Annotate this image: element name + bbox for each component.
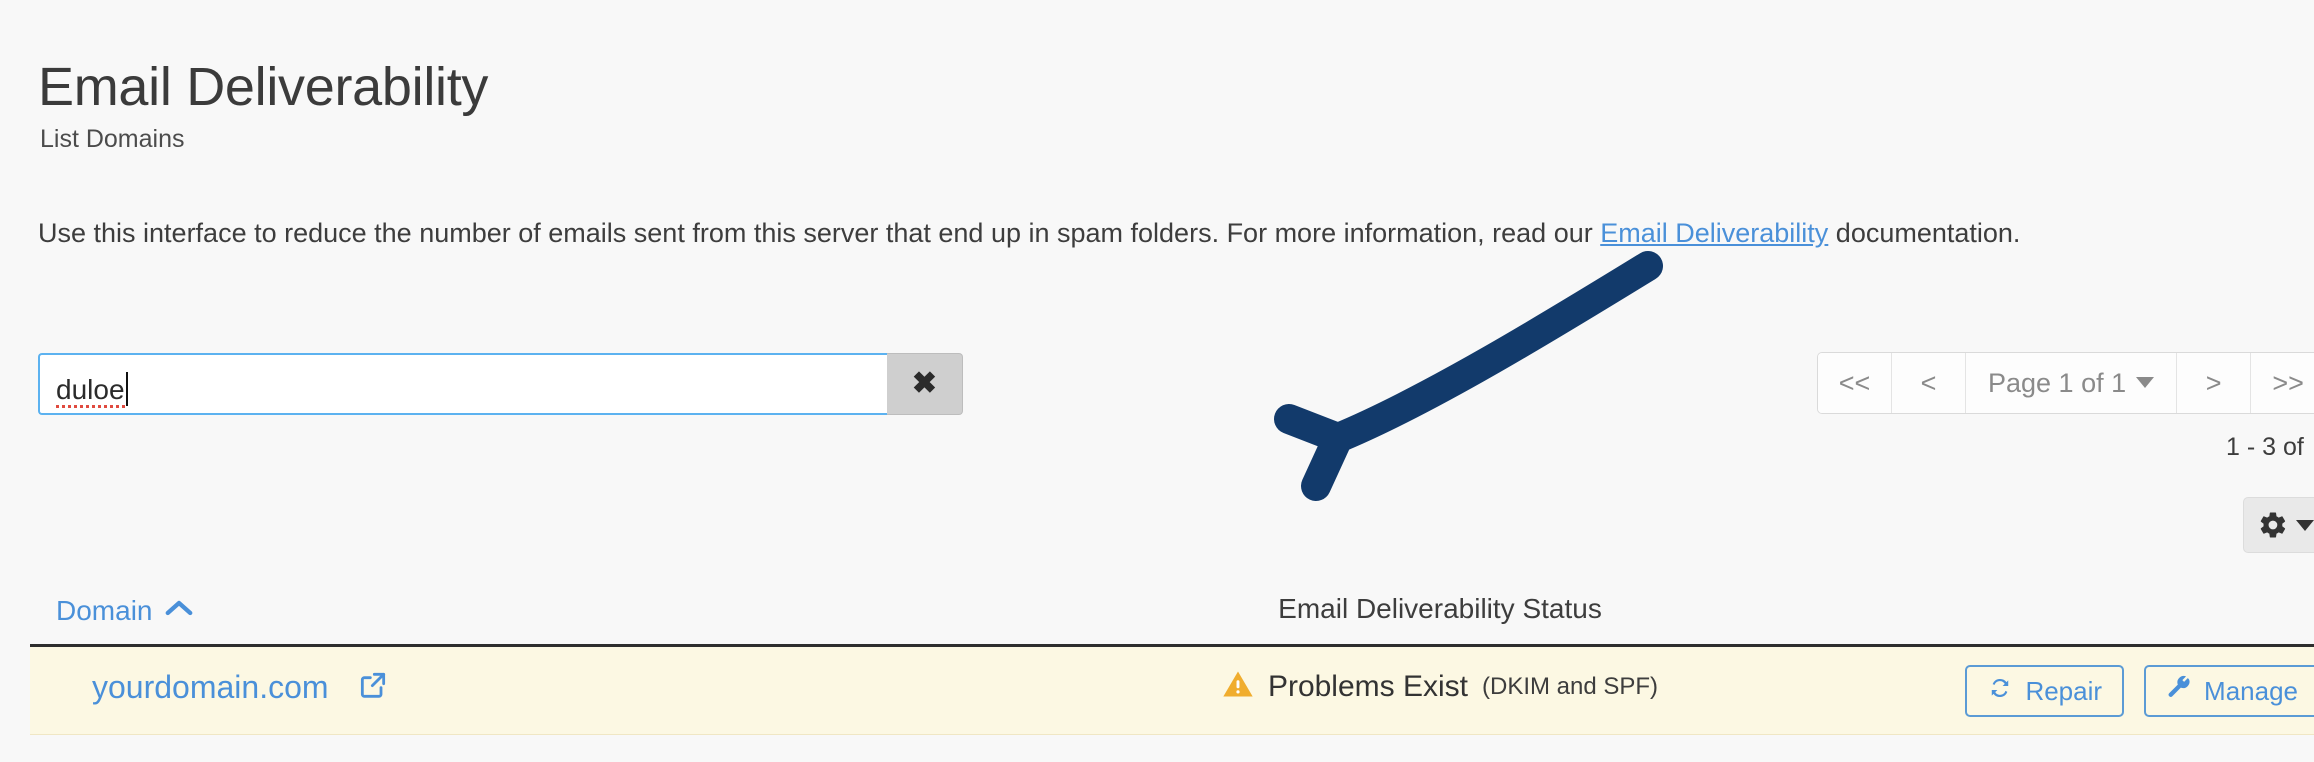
intro-paragraph: Use this interface to reduce the number …	[38, 218, 2020, 249]
status-text: Problems Exist	[1267, 669, 1468, 703]
clear-search-button[interactable]: ✖	[887, 353, 963, 415]
pagination: << < Page 1 of 1 > >>	[1817, 352, 2314, 414]
intro-text-before: Use this interface to reduce the number …	[38, 218, 1601, 248]
pagination-first-button[interactable]: <<	[1818, 353, 1892, 413]
pagination-prev-button[interactable]: <	[1892, 353, 1966, 413]
cell-domain: yourdomain.com	[92, 669, 389, 706]
pagination-last-button[interactable]: >>	[2251, 353, 2314, 413]
pagination-next-button[interactable]: >	[2177, 353, 2252, 413]
external-link-icon[interactable]	[357, 669, 389, 706]
refresh-icon	[1987, 675, 2013, 708]
pagination-page-label: Page 1 of 1	[1988, 368, 2127, 398]
email-deliverability-doc-link[interactable]: Email Deliverability	[1600, 218, 1828, 248]
table-settings-button[interactable]	[2243, 497, 2314, 553]
manage-button[interactable]: Manage	[2144, 665, 2314, 717]
result-range-label: 1 - 3 of	[2226, 433, 2304, 461]
manage-button-label: Manage	[2204, 675, 2298, 706]
email-deliverability-page: Email Deliverability List Domains Use th…	[0, 0, 2314, 762]
domains-table: Domain Email Deliverability Status yourd…	[30, 585, 2314, 735]
warning-icon	[1222, 669, 1254, 704]
column-header-status: Email Deliverability Status	[1278, 593, 1602, 624]
table-header-row: Domain Email Deliverability Status	[30, 585, 2314, 647]
pagination-page-select[interactable]: Page 1 of 1	[1966, 353, 2178, 413]
gear-icon	[2258, 510, 2288, 540]
column-header-domain-label: Domain	[56, 595, 153, 626]
domain-link[interactable]: yourdomain.com	[92, 669, 329, 706]
column-header-domain[interactable]: Domain	[56, 593, 194, 627]
repair-button-label: Repair	[2025, 675, 2103, 706]
wrench-icon	[2166, 675, 2192, 708]
cell-actions: Repair Manage	[1965, 665, 2314, 717]
chevron-down-icon	[2136, 377, 2155, 388]
search-group: ✖	[38, 353, 963, 415]
search-input[interactable]	[38, 353, 887, 415]
status-detail: (DKIM and SPF)	[1482, 672, 1659, 700]
sort-ascending-icon	[164, 593, 194, 625]
page-title: Email Deliverability	[38, 57, 489, 118]
intro-text-after: documentation.	[1828, 218, 2021, 248]
cell-status: Problems Exist (DKIM and SPF)	[1195, 669, 1685, 704]
table-row: yourdomain.com Problems Exist (DKIM and …	[30, 647, 2314, 735]
repair-button[interactable]: Repair	[1965, 665, 2125, 717]
breadcrumb: List Domains	[40, 125, 185, 153]
chevron-down-icon	[2296, 519, 2314, 531]
